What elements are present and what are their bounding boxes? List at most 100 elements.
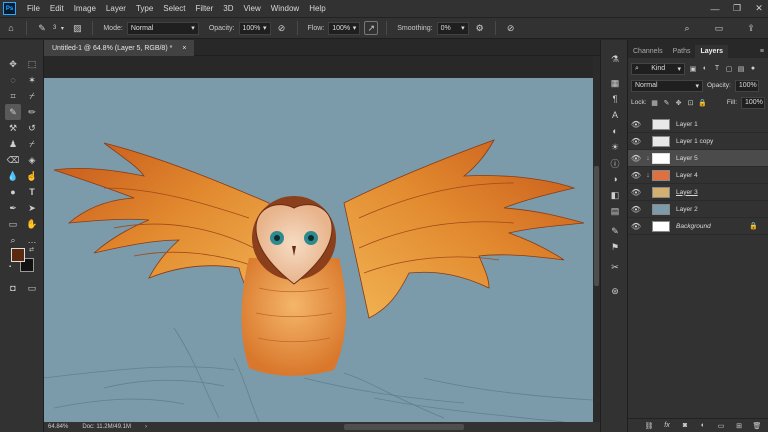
zoom-tool-icon[interactable]: ⌕ [5,232,21,248]
layer-name[interactable]: Layer 2 [676,206,768,213]
hand-tool-icon[interactable]: ✋ [24,216,40,232]
menu-item-view[interactable]: View [239,4,266,13]
fill-field[interactable]: 100% [741,96,765,109]
visibility-eye-icon[interactable]: 👁 [628,205,644,214]
search-icon[interactable]: ⌕ [680,21,694,35]
adjustment-layer-icon[interactable]: ◐ [698,421,708,431]
swatches-icon[interactable]: ▦ [608,76,622,90]
screen-mode-icon[interactable]: ▭ [24,280,40,296]
quick-mask-icon[interactable]: ◘ [5,280,21,296]
info-icon[interactable]: ⓘ [608,156,622,170]
layer-row[interactable]: 👁 Layer 1 copy [628,133,768,150]
filter-type-icon[interactable]: T [713,65,721,73]
minimize-icon[interactable]: — [710,4,720,14]
layer-row[interactable]: 👁 Layer 1 [628,116,768,133]
brush-size-value[interactable]: 3 [53,25,56,31]
layer-style-icon[interactable]: fx [662,421,672,431]
lock-image-icon[interactable]: ✎ [663,99,671,107]
color-icon[interactable]: ◑ [608,172,622,186]
restore-icon[interactable]: ❐ [732,3,742,14]
canvas[interactable] [44,78,593,422]
brush-settings-icon[interactable]: ▨ [70,21,84,35]
pencil-tool-icon[interactable]: ✏ [24,104,40,120]
path-selection-tool-icon[interactable]: ➤ [24,200,40,216]
lasso-tool-icon[interactable]: ◌ [5,72,21,88]
marquee-tool-icon[interactable]: ⬚ [24,56,40,72]
layer-name[interactable]: Layer 1 [676,121,768,128]
shape-tool-icon[interactable]: ▭ [5,216,21,232]
paint-bucket-tool-icon[interactable]: ◈ [24,152,40,168]
lock-all-icon[interactable]: 🔒 [698,99,707,107]
horizontal-scroll-thumb[interactable] [344,424,464,430]
foreground-color-swatch[interactable] [11,248,25,262]
menu-item-window[interactable]: Window [266,4,304,13]
visibility-eye-icon[interactable]: 👁 [628,188,644,197]
swap-colors-icon[interactable]: ⇄ [29,246,34,253]
layer-name[interactable]: Layer 4 [676,172,768,179]
visibility-eye-icon[interactable]: 👁 [628,154,644,163]
visibility-eye-icon[interactable]: 👁 [628,222,644,231]
panel-menu-icon[interactable]: ≡ [756,45,768,58]
workspace-icon[interactable]: ▭ [712,21,726,35]
lock-transparent-icon[interactable]: ▦ [651,99,659,107]
zoom-level[interactable]: 64.84% [48,424,68,430]
histogram-icon[interactable]: ▤ [608,204,622,218]
tab-layers[interactable]: Layers [695,45,729,58]
eraser-tool-icon[interactable]: ⌫ [5,152,21,168]
filter-toggle-icon[interactable]: ● [749,65,757,73]
layer-row[interactable]: 👁 ↓ Layer 4 [628,167,768,184]
close-tab-icon[interactable]: × [182,45,186,52]
layer-row[interactable]: 👁 Layer 3 [628,184,768,201]
character-icon[interactable]: A [608,108,622,122]
menu-item-layer[interactable]: Layer [101,4,131,13]
new-group-icon[interactable]: ▭ [716,421,726,431]
menu-item-type[interactable]: Type [131,4,158,13]
smudge-tool-icon[interactable]: ☝ [24,168,40,184]
menu-item-file[interactable]: File [22,4,45,13]
pressure-size-icon[interactable]: ⊘ [504,21,518,35]
properties-icon[interactable]: ☀ [608,140,622,154]
opacity-field[interactable]: 100% ▾ [238,21,271,35]
close-icon[interactable]: ✕ [754,3,764,14]
pressure-opacity-icon[interactable]: ⊘ [275,21,289,35]
menu-item-3d[interactable]: 3D [218,4,238,13]
share-icon[interactable]: ⇪ [744,21,758,35]
stamp-tool-icon[interactable]: ♟ [5,136,21,152]
menu-item-edit[interactable]: Edit [45,4,69,13]
clone-stamp-tool-icon[interactable]: ⚒ [5,120,21,136]
type-tool-icon[interactable]: T [24,184,40,200]
link-layers-icon[interactable]: ⛓ [644,421,654,431]
tab-paths[interactable]: Paths [668,45,696,58]
menu-item-image[interactable]: Image [69,4,101,13]
libraries-icon[interactable]: ⊛ [608,284,622,298]
tab-channels[interactable]: Channels [628,45,668,58]
layer-row[interactable]: 👁 Background 🔒 [628,218,768,235]
document-tab[interactable]: Untitled-1 @ 64.8% (Layer 5, RGB/8) * × [44,40,195,56]
history-brush-tool-icon[interactable]: ↺ [24,120,40,136]
layer-opacity-field[interactable]: 100% [734,79,759,92]
filter-adjustment-icon[interactable]: ◐ [701,65,709,73]
airbrush-icon[interactable]: ↗ [364,21,379,35]
crop-tool-icon[interactable]: ⌗ [5,88,21,104]
home-icon[interactable]: ⌂ [4,21,18,35]
layer-row-selected[interactable]: 👁 ↓ Layer 5 [628,150,768,167]
layer-row[interactable]: 👁 Layer 2 [628,201,768,218]
eyedropper-tool-icon[interactable]: ⌿ [24,88,40,104]
status-arrow-icon[interactable]: › [145,424,147,430]
mixer-brush-tool-icon[interactable]: ⌿ [24,136,40,152]
vertical-scrollbar[interactable] [593,56,600,422]
chevron-down-icon[interactable]: ▾ [58,21,66,35]
brush-tool-icon[interactable]: ✎ [5,104,21,120]
move-tool-icon[interactable]: ✥ [5,56,21,72]
pen-tool-icon[interactable]: ✒ [5,200,21,216]
brush-preset-icon[interactable]: ✎ [35,21,49,35]
clone-source-icon[interactable]: ⚑ [608,240,622,254]
vertical-scroll-thumb[interactable] [594,166,599,286]
tool-presets-icon[interactable]: ✂ [608,260,622,274]
layer-name[interactable]: Layer 3 [676,189,768,196]
smoothing-field[interactable]: 0% ▾ [436,21,469,35]
mode-select[interactable]: Normal ▾ [126,21,199,35]
menu-item-help[interactable]: Help [304,4,330,13]
visibility-eye-icon[interactable]: 👁 [628,120,644,129]
menu-item-select[interactable]: Select [158,4,190,13]
